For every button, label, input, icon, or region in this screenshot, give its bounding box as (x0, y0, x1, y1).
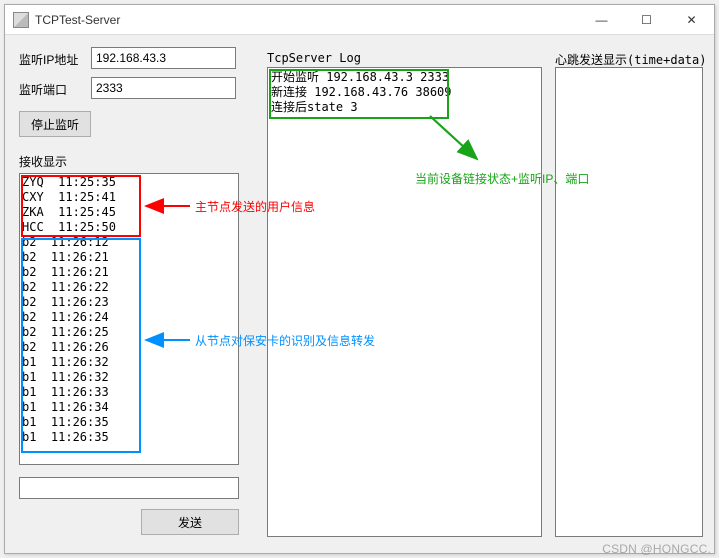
list-item[interactable]: CXY 11:25:41 (22, 190, 236, 205)
minimize-icon: — (596, 13, 608, 27)
list-item[interactable]: b1 11:26:34 (22, 400, 236, 415)
send-button-label: 发送 (178, 516, 202, 530)
heartbeat-box[interactable] (555, 67, 703, 537)
close-icon: ✕ (686, 13, 696, 27)
heartbeat-label: 心跳发送显示(time+data) (555, 51, 706, 68)
recv-display-label: 接收显示 (19, 153, 67, 170)
minimize-button[interactable]: — (579, 5, 624, 35)
list-item[interactable]: b1 11:26:32 (22, 355, 236, 370)
list-item[interactable]: ZKA 11:25:45 (22, 205, 236, 220)
list-item[interactable]: ZYQ 11:25:35 (22, 175, 236, 190)
maximize-button[interactable]: ☐ (624, 5, 669, 35)
recv-listbox[interactable]: ZYQ 11:25:35CXY 11:25:41ZKA 11:25:45HCC … (19, 173, 239, 465)
listen-port-input[interactable] (91, 77, 236, 99)
list-item[interactable]: b2 11:26:25 (22, 325, 236, 340)
server-log-label: TcpServer Log (267, 51, 361, 65)
send-input[interactable] (19, 477, 239, 499)
send-button[interactable]: 发送 (141, 509, 239, 535)
list-item[interactable]: b1 11:26:35 (22, 430, 236, 445)
list-item[interactable]: b1 11:26:35 (22, 415, 236, 430)
list-item[interactable]: b2 11:26:24 (22, 310, 236, 325)
list-item[interactable]: b2 11:26:12 (22, 235, 236, 250)
watermark: CSDN @HONGCC. (602, 542, 711, 556)
listen-port-label: 监听端口 (19, 81, 67, 98)
listen-ip-input[interactable] (91, 47, 236, 69)
title-bar: TCPTest-Server — ☐ ✕ (5, 5, 714, 35)
log-line: 连接后state 3 (271, 100, 538, 115)
list-item[interactable]: b2 11:26:21 (22, 265, 236, 280)
app-window: TCPTest-Server — ☐ ✕ 监听IP地址 监听端口 停止监听 接收… (4, 4, 715, 554)
log-line: 开始监听 192.168.43.3 2333 (271, 70, 538, 85)
listen-ip-label: 监听IP地址 (19, 51, 78, 68)
app-icon (13, 12, 29, 28)
close-button[interactable]: ✕ (669, 5, 714, 35)
list-item[interactable]: b1 11:26:33 (22, 385, 236, 400)
list-item[interactable]: b2 11:26:21 (22, 250, 236, 265)
list-item[interactable]: HCC 11:25:50 (22, 220, 236, 235)
window-title: TCPTest-Server (35, 13, 120, 27)
client-area: 监听IP地址 监听端口 停止监听 接收显示 ZYQ 11:25:35CXY 11… (5, 35, 714, 553)
list-item[interactable]: b2 11:26:22 (22, 280, 236, 295)
list-item[interactable]: b2 11:26:26 (22, 340, 236, 355)
server-log-box[interactable]: 开始监听 192.168.43.3 2333新连接 192.168.43.76 … (267, 67, 542, 537)
maximize-icon: ☐ (641, 13, 652, 27)
stop-listen-button[interactable]: 停止监听 (19, 111, 91, 137)
list-item[interactable]: b1 11:26:32 (22, 370, 236, 385)
stop-listen-label: 停止监听 (31, 118, 79, 132)
list-item[interactable]: b2 11:26:23 (22, 295, 236, 310)
log-line: 新连接 192.168.43.76 38609 (271, 85, 538, 100)
